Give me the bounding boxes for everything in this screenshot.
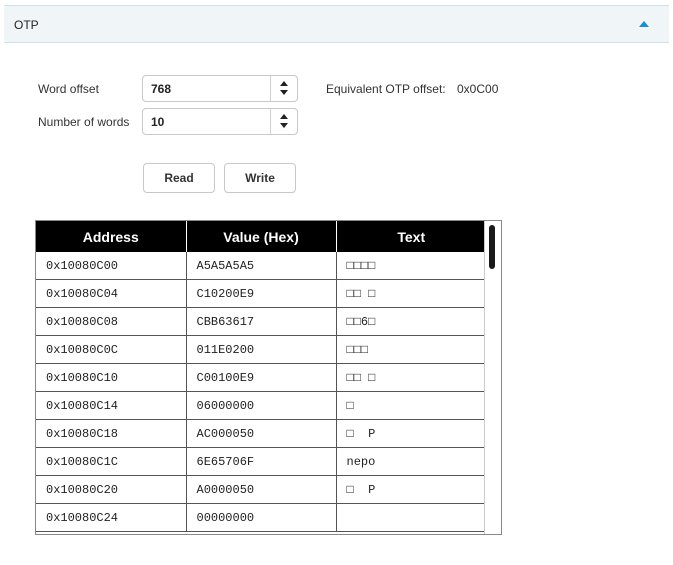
value-cell: C00100E9 — [186, 363, 337, 392]
text-cell: □□□ — [336, 335, 487, 364]
column-header-text[interactable]: Text — [336, 221, 486, 252]
otp-panel-header[interactable]: OTP — [4, 5, 669, 43]
value-cell: CBB63617 — [186, 307, 337, 336]
equivalent-otp-offset-value: 0x0C00 — [457, 82, 499, 96]
number-of-words-value[interactable]: 10 — [151, 115, 164, 129]
table-row[interactable]: 0x10080C00 A5A5A5A5 □□□□ — [36, 252, 487, 280]
table-row[interactable]: 0x10080C18 AC000050 □ P — [36, 419, 487, 448]
write-button[interactable]: Write — [224, 163, 296, 193]
scrollbar-thumb[interactable] — [489, 225, 495, 269]
equivalent-otp-offset-label: Equivalent OTP offset: — [326, 82, 446, 96]
text-cell — [336, 503, 487, 532]
word-offset-label: Word offset — [38, 82, 99, 96]
table-scrollbar[interactable] — [484, 221, 501, 534]
spin-up-icon[interactable] — [280, 114, 288, 119]
value-cell: 06000000 — [186, 391, 337, 420]
read-button[interactable]: Read — [143, 163, 215, 193]
chevron-up-icon[interactable] — [639, 21, 649, 27]
address-cell: 0x10080C20 — [36, 475, 187, 504]
text-cell: □ P — [336, 419, 487, 448]
spin-down-icon[interactable] — [280, 123, 288, 128]
text-cell: □□6□ — [336, 307, 487, 336]
table-row[interactable]: 0x10080C24 00000000 — [36, 503, 487, 532]
address-cell: 0x10080C18 — [36, 419, 187, 448]
text-cell: □ — [336, 391, 487, 420]
column-header-value[interactable]: Value (Hex) — [186, 221, 337, 252]
table-row[interactable]: 0x10080C14 06000000 □ — [36, 391, 487, 420]
address-cell: 0x10080C00 — [36, 252, 187, 280]
text-cell: □ P — [336, 475, 487, 504]
column-header-address[interactable]: Address — [36, 221, 187, 252]
text-cell: □□□□ — [336, 252, 487, 280]
number-of-words-label: Number of words — [38, 115, 130, 129]
value-cell: A5A5A5A5 — [186, 252, 337, 280]
table-row[interactable]: 0x10080C0C 011E0200 □□□ — [36, 335, 487, 364]
spin-up-icon[interactable] — [280, 81, 288, 86]
address-cell: 0x10080C10 — [36, 363, 187, 392]
address-cell: 0x10080C1C — [36, 447, 187, 476]
address-cell: 0x10080C08 — [36, 307, 187, 336]
table-row[interactable]: 0x10080C20 A0000050 □ P — [36, 475, 487, 504]
number-of-words-spin-buttons[interactable] — [270, 109, 297, 134]
value-cell: 011E0200 — [186, 335, 337, 364]
text-cell: □□ □ — [336, 363, 487, 392]
table-row[interactable]: 0x10080C10 C00100E9 □□ □ — [36, 363, 487, 392]
address-cell: 0x10080C24 — [36, 503, 187, 532]
address-cell: 0x10080C14 — [36, 391, 187, 420]
table-row[interactable]: 0x10080C04 C10200E9 □□ □ — [36, 279, 487, 308]
otp-table: Address Value (Hex) Text 0x10080C00 A5A5A… — [35, 220, 502, 535]
spin-down-icon[interactable] — [280, 90, 288, 95]
number-of-words-spinner[interactable]: 10 — [142, 108, 298, 135]
table-header-row: Address Value (Hex) Text — [36, 221, 486, 252]
address-cell: 0x10080C04 — [36, 279, 187, 308]
value-cell: C10200E9 — [186, 279, 337, 308]
text-cell: nepo — [336, 447, 487, 476]
word-offset-value[interactable]: 768 — [151, 82, 171, 96]
value-cell: A0000050 — [186, 475, 337, 504]
table-row[interactable]: 0x10080C1C 6E65706F nepo — [36, 447, 487, 476]
panel-title: OTP — [14, 18, 39, 32]
word-offset-spin-buttons[interactable] — [270, 76, 297, 101]
value-cell: 6E65706F — [186, 447, 337, 476]
word-offset-spinner[interactable]: 768 — [142, 75, 298, 102]
address-cell: 0x10080C0C — [36, 335, 187, 364]
otp-data-table: Address Value (Hex) Text 0x10080C00 A5A5A… — [36, 221, 487, 532]
value-cell: 00000000 — [186, 503, 337, 532]
table-row[interactable]: 0x10080C08 CBB63617 □□6□ — [36, 307, 487, 336]
text-cell: □□ □ — [336, 279, 487, 308]
value-cell: AC000050 — [186, 419, 337, 448]
